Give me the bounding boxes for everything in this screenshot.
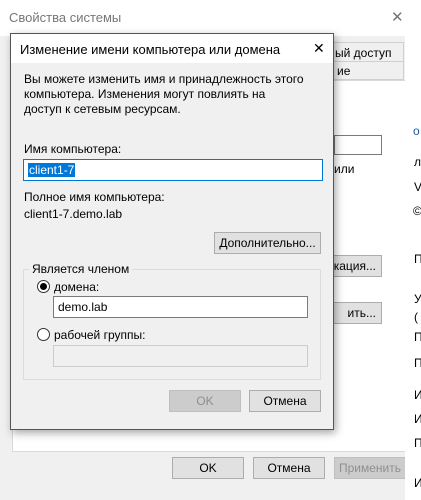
side-fragment: П	[414, 252, 421, 266]
full-name-value: client1-7.demo.lab	[24, 207, 123, 221]
side-fragment: (	[414, 310, 418, 324]
computer-name-dialog: Изменение имени компьютера или домена ✕ …	[10, 33, 334, 430]
computer-name-label: Имя компьютера:	[24, 142, 122, 156]
ok-button[interactable]: OK	[172, 457, 244, 479]
dialog-ok-button[interactable]: OK	[169, 390, 241, 412]
window-titlebar: Свойства системы ✕	[0, 0, 417, 36]
side-fragment: П	[414, 330, 421, 344]
side-fragment: П	[414, 356, 421, 370]
window-title: Свойства системы	[9, 10, 122, 25]
dialog-title: Изменение имени компьютера или домена	[20, 42, 281, 57]
side-fragment: V	[414, 180, 421, 194]
member-of-label: Является членом	[29, 262, 133, 276]
dialog-cancel-button[interactable]: Отмена	[249, 390, 321, 412]
workgroup-radio-label[interactable]: рабочей группы:	[54, 328, 145, 342]
dialog-close-icon[interactable]: ✕	[313, 40, 325, 57]
side-fragment: И	[414, 476, 421, 490]
computer-name-value: client1-7	[28, 163, 76, 177]
domain-value: demo.lab	[58, 300, 108, 314]
domain-radio-label[interactable]: домена:	[54, 280, 99, 294]
workgroup-radio[interactable]	[37, 328, 50, 341]
side-fragment: ©	[413, 204, 421, 218]
side-fragment: И	[414, 388, 421, 402]
side-fragment: л	[414, 155, 421, 169]
workgroup-input[interactable]	[53, 345, 308, 367]
more-button[interactable]: Дополнительно...	[214, 232, 321, 254]
tab-fragment-2[interactable]: ие	[330, 62, 404, 80]
side-fragment: о	[413, 124, 420, 138]
apply-button[interactable]: Применить	[334, 457, 406, 479]
computer-name-input[interactable]: client1-7	[23, 159, 323, 181]
text-fragment-ili: или	[334, 162, 355, 176]
side-fragment: П	[414, 436, 421, 450]
dialog-description: Вы можете изменить имя и принадлежность …	[24, 72, 304, 116]
side-fragment: И	[414, 412, 421, 426]
side-fragment: У	[414, 292, 421, 306]
description-field-fragment[interactable]	[334, 135, 382, 155]
right-window-fragment: о л V © П У ( П П И И П И	[405, 0, 421, 500]
domain-input[interactable]: demo.lab	[53, 296, 308, 318]
cancel-button[interactable]: Отмена	[253, 457, 325, 479]
domain-radio[interactable]	[37, 280, 50, 293]
window-close-icon[interactable]: ✕	[391, 8, 404, 26]
full-name-label: Полное имя компьютера:	[24, 190, 165, 204]
dialog-titlebar: Изменение имени компьютера или домена ✕	[11, 34, 333, 63]
tab-remote-access[interactable]: ый доступ	[330, 42, 404, 62]
